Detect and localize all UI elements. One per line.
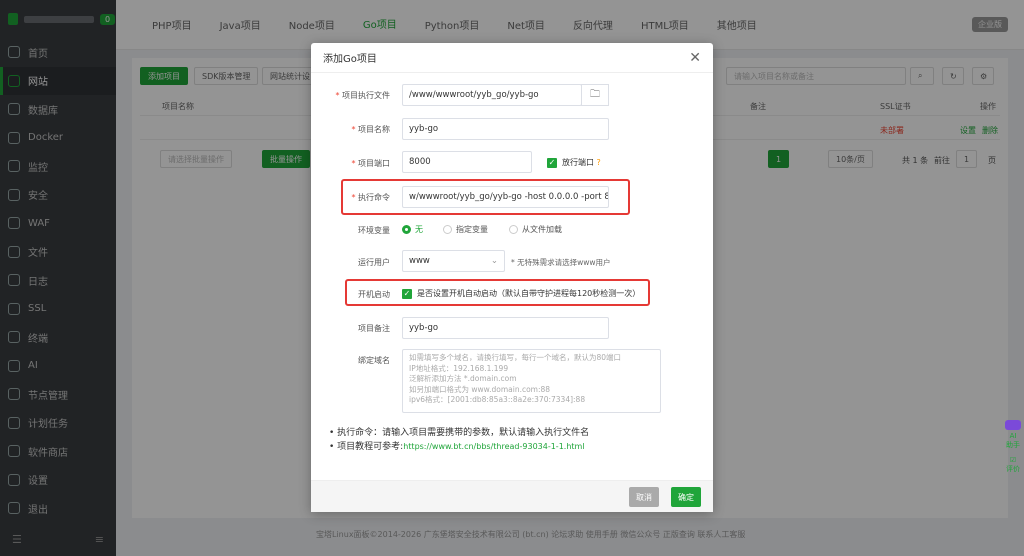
cancel-button[interactable]: 取消 (629, 487, 659, 507)
domain-textarea[interactable]: 如需填写多个域名，请换行填写，每行一个域名，默认为80端口 IP地址格式：192… (402, 349, 661, 413)
review-icon: ☑ (1009, 456, 1017, 464)
confirm-button[interactable]: 确定 (671, 487, 701, 507)
ai-bot-icon (1005, 420, 1021, 430)
tutorial-link[interactable]: https://www.bt.cn/bbs/thread-93034-1-1.h… (403, 442, 584, 451)
port-label: * 项目端口 (351, 159, 390, 168)
env-label: 环境变量 (358, 226, 390, 235)
add-go-project-dialog: 添加Go项目 ✕ * 项目执行文件 /www/wwwroot/yyb_go/yy… (311, 43, 713, 512)
user-select[interactable]: www ⌄ (402, 250, 505, 272)
highlight-box-boot (345, 279, 650, 306)
port-input[interactable]: 8000 (402, 151, 532, 173)
close-icon[interactable]: ✕ (689, 50, 701, 66)
open-port-checkbox[interactable]: ✓ 放行端口 ? (547, 157, 601, 168)
project-name-input[interactable]: yyb-go (402, 118, 609, 140)
highlight-box-command (341, 179, 630, 215)
env-option-file[interactable]: 从文件加载 (509, 224, 562, 235)
note-label: 项目备注 (358, 324, 390, 333)
user-label: 运行用户 (358, 258, 390, 267)
user-hint: * 无特殊需求请选择www用户 (511, 258, 611, 267)
note-command: 执行命令：请输入项目需要携带的参数，默认请输入执行文件名 (337, 428, 590, 438)
note-input[interactable]: yyb-go (402, 317, 609, 339)
dialog-title: 添加Go项目 (323, 54, 377, 65)
env-option-custom[interactable]: 指定变量 (443, 224, 488, 235)
ai-assistant-float[interactable]: AI 助手 ☑ 评价 (1005, 420, 1021, 474)
env-option-none[interactable]: 无 (402, 224, 423, 235)
chevron-down-icon: ⌄ (490, 256, 498, 266)
folder-icon[interactable]: 🗀 (581, 84, 609, 106)
exec-file-input[interactable]: /www/wwwroot/yyb_go/yyb-go (402, 84, 582, 106)
note-tutorial: 项目教程可参考: (337, 442, 404, 452)
help-notes: • 执行命令：请输入项目需要携带的参数，默认请输入执行文件名 • 项目教程可参考… (329, 428, 590, 452)
dialog-footer: 取消 确定 (311, 480, 713, 512)
exec-file-label: * 项目执行文件 (335, 91, 390, 100)
domain-label: 绑定域名 (358, 356, 390, 365)
name-label: * 项目名称 (351, 125, 390, 134)
